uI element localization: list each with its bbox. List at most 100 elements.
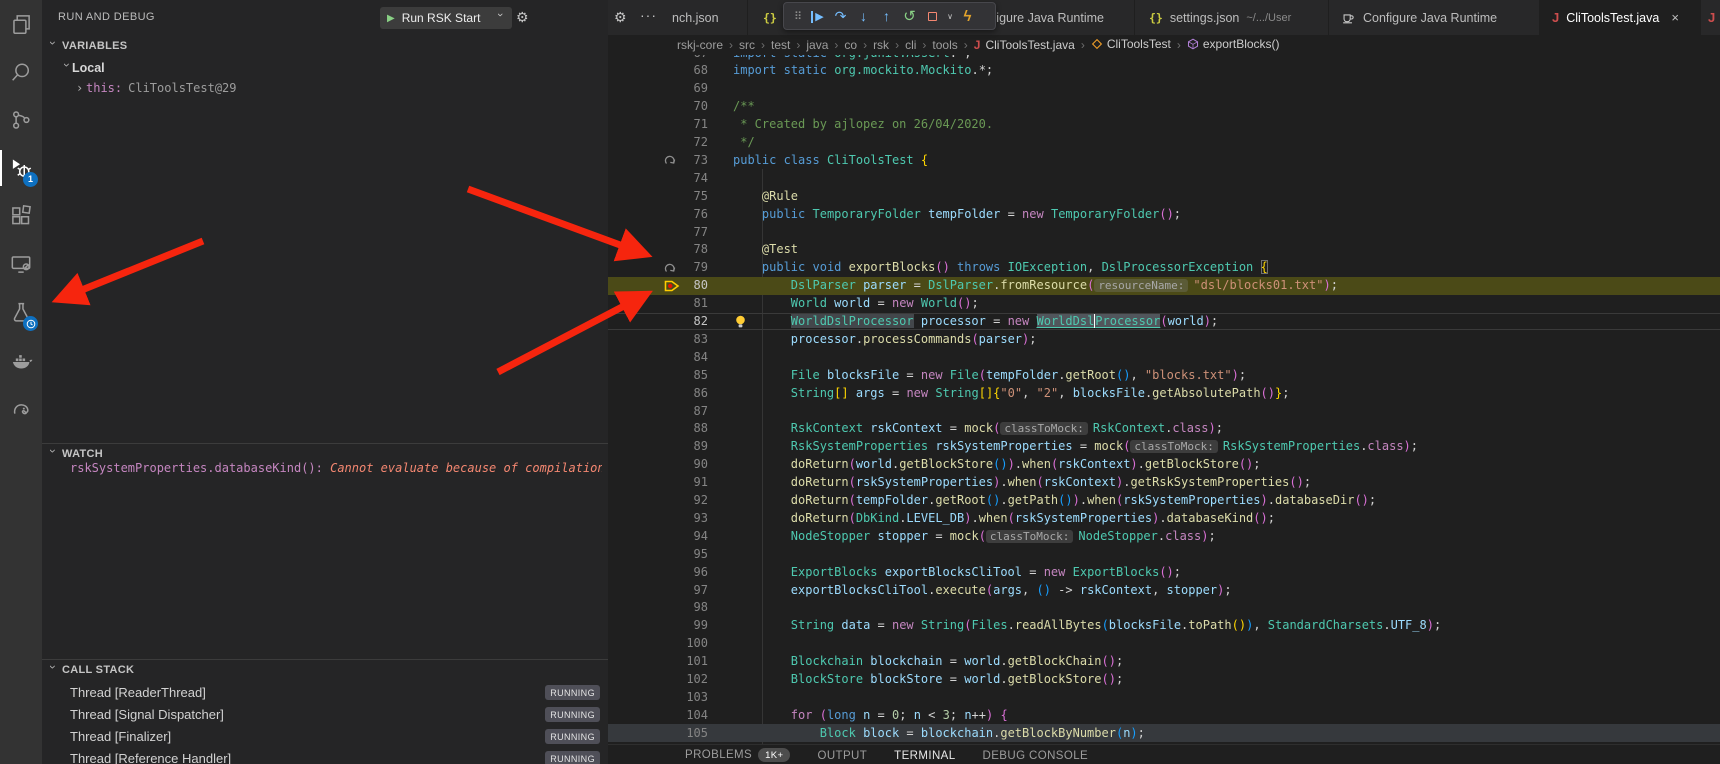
tab-launch-json[interactable]: ⚙ ··· nch.json bbox=[608, 0, 748, 35]
line-number[interactable]: 67 bbox=[608, 55, 708, 60]
line-number[interactable]: 70 bbox=[608, 99, 708, 113]
panel-tab-debug-console[interactable]: DEBUG CONSOLE bbox=[983, 750, 1089, 764]
code-line-87[interactable]: 87 bbox=[608, 402, 1720, 420]
code-line-80[interactable]: 80 DslParser parser = DslParser.fromReso… bbox=[608, 277, 1720, 295]
line-number[interactable]: 72 bbox=[608, 135, 708, 149]
call-stack-thread-row[interactable]: Thread [Signal Dispatcher]RUNNING bbox=[42, 704, 608, 725]
code-line-92[interactable]: 92 doReturn(tempFolder.getRoot().getPath… bbox=[608, 492, 1720, 510]
code-line-69[interactable]: 69 bbox=[608, 80, 1720, 98]
breadcrumb-item[interactable]: test bbox=[771, 38, 790, 52]
tab-configure-java-runtime[interactable]: Configure Java Runtime bbox=[1329, 0, 1540, 35]
code-line-94[interactable]: 94 NodeStopper stopper = mock(classToMoc… bbox=[608, 527, 1720, 545]
stop-dropdown-icon[interactable]: ∨ bbox=[944, 12, 956, 21]
code-line-68[interactable]: 68import static org.mockito.Mockito.*; bbox=[608, 62, 1720, 80]
code-line-99[interactable]: 99 String data = new String(Files.readAl… bbox=[608, 617, 1720, 635]
line-number[interactable]: 104 bbox=[608, 708, 708, 722]
line-number[interactable]: 82 bbox=[608, 314, 708, 328]
code-line-82[interactable]: 82 WorldDslProcessor processor = new Wor… bbox=[608, 313, 1720, 331]
step-out-icon[interactable]: ↑ bbox=[875, 8, 898, 24]
watch-expression-row[interactable]: rskSystemProperties.databaseKind(): Cann… bbox=[70, 461, 602, 479]
line-number[interactable]: 100 bbox=[608, 636, 708, 650]
panel-tab-terminal[interactable]: TERMINAL bbox=[894, 750, 955, 764]
line-number[interactable]: 105 bbox=[608, 726, 708, 740]
gear-icon[interactable]: ⚙ bbox=[614, 9, 627, 26]
code-line-70[interactable]: 70/** bbox=[608, 98, 1720, 116]
line-number[interactable]: 73 bbox=[608, 153, 708, 167]
code-line-81[interactable]: 81 World world = new World(); bbox=[608, 295, 1720, 313]
code-line-102[interactable]: 102 BlockStore blockStore = world.getBlo… bbox=[608, 671, 1720, 689]
line-number[interactable]: 68 bbox=[608, 63, 708, 77]
tab-settings-json[interactable]: {} settings.json ~/.../User bbox=[1135, 0, 1329, 35]
code-line-93[interactable]: 93 doReturn(DbKind.LEVEL_DB).when(rskSys… bbox=[608, 509, 1720, 527]
line-number[interactable]: 87 bbox=[608, 404, 708, 418]
line-number[interactable]: 97 bbox=[608, 583, 708, 597]
run-configuration-dropdown[interactable]: ▶ Run RSK Start › bbox=[380, 7, 512, 29]
code-line-89[interactable]: 89 RskSystemProperties rskSystemProperti… bbox=[608, 438, 1720, 456]
breadcrumb-item[interactable]: co bbox=[844, 38, 857, 52]
line-number[interactable]: 88 bbox=[608, 421, 708, 435]
more-actions-icon[interactable]: ··· bbox=[640, 7, 657, 23]
line-number[interactable]: 69 bbox=[608, 81, 708, 95]
line-number[interactable]: 91 bbox=[608, 475, 708, 489]
activity-testing-beaker-icon[interactable] bbox=[0, 288, 42, 336]
code-line-75[interactable]: 75 @Rule bbox=[608, 187, 1720, 205]
line-number[interactable]: 103 bbox=[608, 690, 708, 704]
line-number[interactable]: 78 bbox=[608, 242, 708, 256]
line-number[interactable]: 99 bbox=[608, 618, 708, 632]
breadcrumb-item[interactable]: src bbox=[739, 38, 755, 52]
line-number[interactable]: 93 bbox=[608, 511, 708, 525]
breadcrumb-item[interactable]: cli bbox=[905, 38, 916, 52]
code-line-96[interactable]: 96 ExportBlocks exportBlocksCliTool = ne… bbox=[608, 563, 1720, 581]
line-number[interactable]: 98 bbox=[608, 600, 708, 614]
variables-scope-local[interactable]: › Local bbox=[62, 58, 105, 78]
activity-source-control-icon[interactable] bbox=[0, 96, 42, 144]
activity-remote-explorer-icon[interactable] bbox=[0, 240, 42, 288]
call-stack-thread-row[interactable]: Thread [ReaderThread]RUNNING bbox=[42, 682, 608, 703]
code-line-88[interactable]: 88 RskContext rskContext = mock(classToM… bbox=[608, 420, 1720, 438]
code-line-83[interactable]: 83 processor.processCommands(parser); bbox=[608, 330, 1720, 348]
restart-icon[interactable]: ↺ bbox=[898, 7, 921, 25]
stop-icon[interactable] bbox=[921, 12, 944, 21]
code-line-101[interactable]: 101 Blockchain blockchain = world.getBlo… bbox=[608, 653, 1720, 671]
tab-clitoolstest-java[interactable]: J CliToolsTest.java × bbox=[1540, 0, 1701, 35]
breadcrumb-file[interactable]: JCliToolsTest.java bbox=[974, 38, 1075, 52]
grip-icon[interactable]: ⠿ bbox=[790, 10, 806, 23]
step-into-icon[interactable]: ↓ bbox=[852, 8, 875, 24]
activity-search-icon[interactable] bbox=[0, 48, 42, 96]
code-line-95[interactable]: 95 bbox=[608, 545, 1720, 563]
breadcrumb-item[interactable]: tools bbox=[932, 38, 957, 52]
line-number[interactable]: 71 bbox=[608, 117, 708, 131]
step-over-icon[interactable]: ↷ bbox=[829, 8, 852, 25]
line-number[interactable]: 76 bbox=[608, 207, 708, 221]
gear-icon[interactable]: ⚙ bbox=[516, 9, 529, 26]
close-icon[interactable]: × bbox=[1671, 10, 1679, 25]
code-line-86[interactable]: 86 String[] args = new String[]{"0", "2"… bbox=[608, 384, 1720, 402]
code-line-91[interactable]: 91 doReturn(rskSystemProperties).when(rs… bbox=[608, 474, 1720, 492]
line-number[interactable]: 92 bbox=[608, 493, 708, 507]
line-number[interactable]: 102 bbox=[608, 672, 708, 686]
code-line-105[interactable]: 105 Block block = blockchain.getBlockByN… bbox=[608, 724, 1720, 742]
code-line-74[interactable]: 74 bbox=[608, 169, 1720, 187]
code-line-103[interactable]: 103 bbox=[608, 688, 1720, 706]
code-line-90[interactable]: 90 doReturn(world.getBlockStore()).when(… bbox=[608, 456, 1720, 474]
variable-this-row[interactable]: › this: CliToolsTest@29 bbox=[76, 78, 237, 98]
activity-extensions-icon[interactable] bbox=[0, 192, 42, 240]
call-stack-thread-row[interactable]: Thread [Reference Handler]RUNNING bbox=[42, 748, 608, 764]
variables-section-header[interactable]: › VARIABLES bbox=[42, 36, 608, 56]
activity-files-icon[interactable] bbox=[0, 0, 42, 48]
code-line-97[interactable]: 97 exportBlocksCliTool.execute(args, () … bbox=[608, 581, 1720, 599]
line-number[interactable]: 79 bbox=[608, 260, 708, 274]
line-number[interactable]: 94 bbox=[608, 529, 708, 543]
line-number[interactable]: 84 bbox=[608, 350, 708, 364]
call-stack-thread-row[interactable]: Thread [Finalizer]RUNNING bbox=[42, 726, 608, 747]
breadcrumb-item[interactable]: rskj-core bbox=[677, 38, 723, 52]
line-number[interactable]: 96 bbox=[608, 565, 708, 579]
code-line-77[interactable]: 77 bbox=[608, 223, 1720, 241]
line-number[interactable]: 86 bbox=[608, 386, 708, 400]
line-number[interactable]: 85 bbox=[608, 368, 708, 382]
code-line-73[interactable]: 73public class CliToolsTest { bbox=[608, 151, 1720, 169]
activity-run-and-debug-icon[interactable]: 1 bbox=[0, 144, 42, 192]
hot-code-replace-icon[interactable]: ϟ bbox=[956, 8, 979, 25]
breadcrumb-class[interactable]: CliToolsTest bbox=[1091, 37, 1171, 53]
breadcrumb-method[interactable]: exportBlocks() bbox=[1187, 37, 1280, 53]
